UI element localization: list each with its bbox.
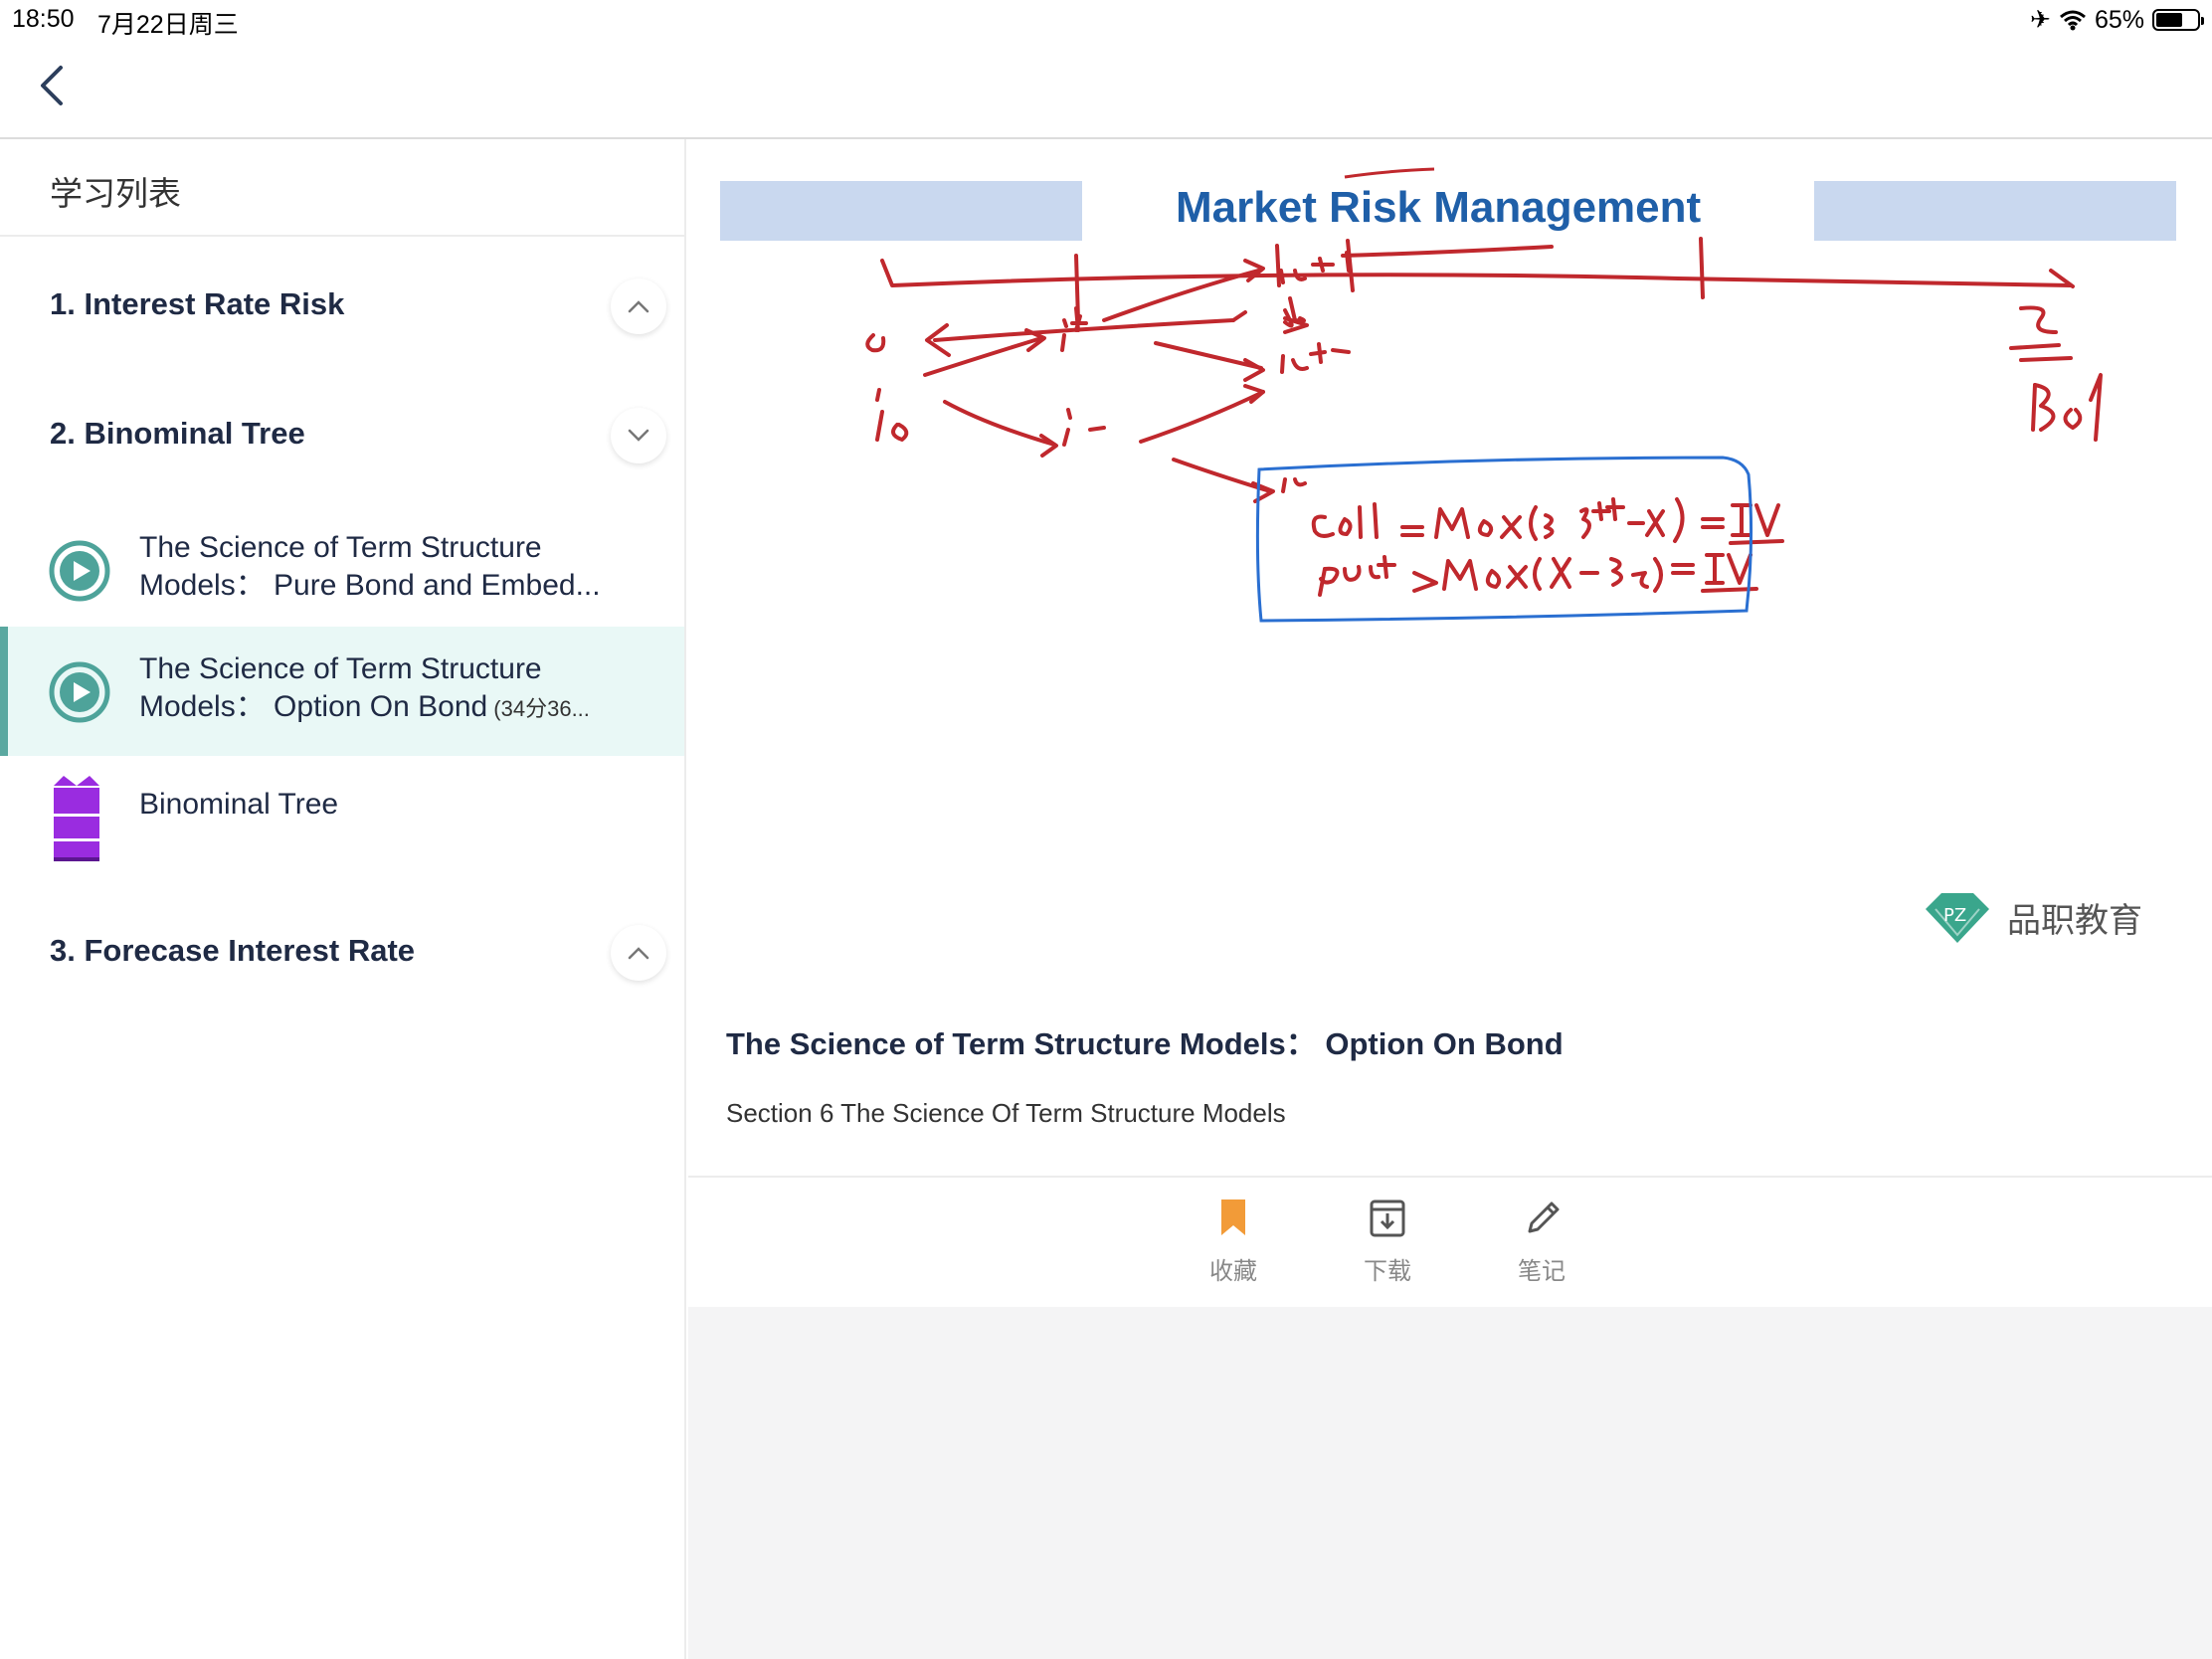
download-button[interactable]: 下载 [1328,1196,1447,1295]
lesson-item-active[interactable]: The Science of Term Structure Models： Op… [0,627,684,756]
action-bar: 收藏 下载 笔记 [688,1178,2212,1307]
study-list-sidebar: 学习列表 1. Interest Rate Risk 2. Binominal … [0,139,686,1659]
wifi-icon [2059,10,2086,31]
current-lesson-section: Section 6 The Science Of Term Structure … [726,1098,1286,1128]
nav-bar [0,40,2212,139]
lesson-title: The Science of Term Structure Models： Pu… [139,531,601,602]
svg-text:PZ: PZ [1943,905,1966,926]
battery-percent: 65% [2094,5,2144,34]
watermark-text: 品职教育 [2007,901,2142,940]
chapter-interest-rate-risk[interactable]: 1. Interest Rate Risk [0,261,684,350]
active-indicator [0,627,8,756]
chevron-left-icon [41,66,63,105]
video-player[interactable]: Market Risk Management PZ 品职教育 [688,141,2212,999]
sidebar-title: 学习列表 [50,175,181,212]
battery-icon [2152,9,2204,31]
download-icon [1370,1199,1405,1237]
play-video-icon [49,661,110,723]
empty-area [688,1307,2212,1659]
chapter-label: 3. Forecase Interest Rate [50,933,416,968]
status-bar: 18:50 7月22日周三 ✈ 65% [0,0,2212,40]
pencil-icon [1528,1201,1560,1233]
lesson-duration: (34分36... [487,696,590,721]
play-video-icon [49,540,110,602]
chapter-toggle-button[interactable] [611,278,666,334]
chevron-up-icon [628,947,649,960]
document-icon [54,776,99,861]
chapter-label: 1. Interest Rate Risk [50,286,345,321]
chapter-label: 2. Binominal Tree [50,416,305,451]
brand-watermark: PZ 品职教育 [1922,889,2142,945]
bookmark-icon [1221,1199,1245,1235]
chapter-toggle-button[interactable] [611,925,666,981]
back-button[interactable] [26,60,78,111]
lesson-info: The Science of Term Structure Models： Op… [688,999,2212,1178]
status-time: 18:50 [12,5,75,33]
chevron-down-icon [628,429,649,442]
lesson-item[interactable]: Binominal Tree [0,752,684,861]
lesson-item[interactable]: The Science of Term Structure Models： Pu… [0,505,684,635]
status-date: 7月22日周三 [97,11,239,39]
status-right: ✈ 65% [2030,5,2204,35]
pz-logo-icon: PZ [1926,893,1989,943]
lesson-title: Binominal Tree [139,788,339,821]
divider [0,235,684,237]
favorite-button[interactable]: 收藏 [1174,1196,1293,1295]
chevron-up-icon [628,300,649,313]
handwritten-annotation [865,167,2103,623]
lesson-title: The Science of Term Structure Models： Op… [139,652,590,723]
chapter-binominal-tree[interactable]: 2. Binominal Tree [0,390,684,479]
airplane-icon: ✈ [2030,6,2051,34]
chapter-toggle-button[interactable] [611,408,666,463]
current-lesson-title: The Science of Term Structure Models： Op… [726,1026,1564,1061]
notes-button[interactable]: 笔记 [1482,1196,1601,1295]
chapter-forecase-interest-rate[interactable]: 3. Forecase Interest Rate [0,907,684,997]
